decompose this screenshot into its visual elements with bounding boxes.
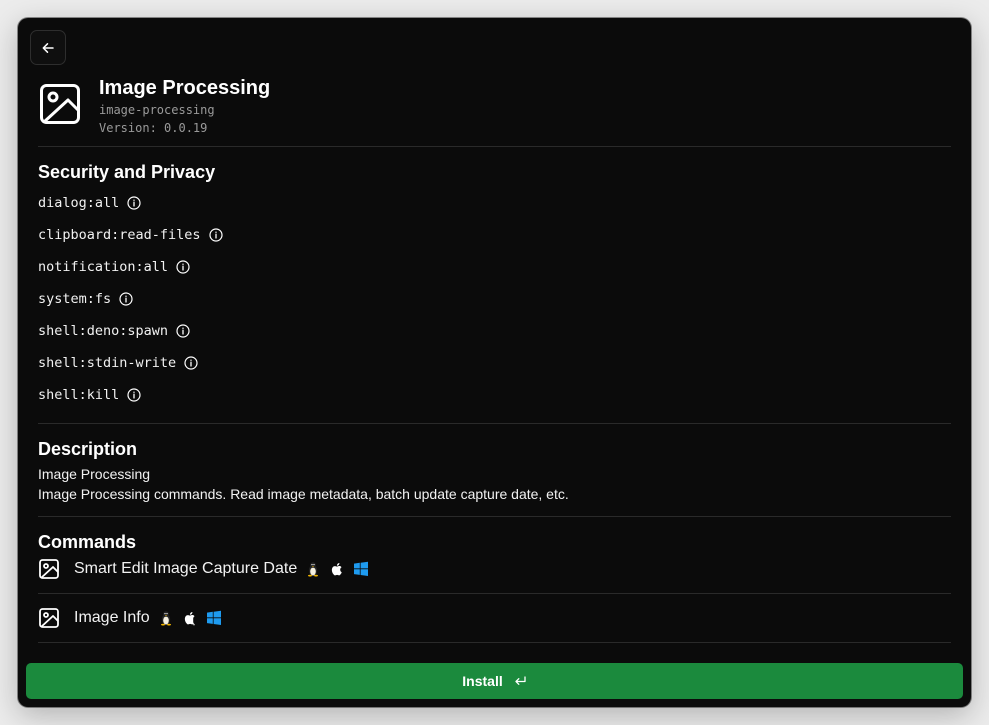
extension-title: Image Processing — [99, 77, 271, 99]
permission-item: system:fs — [38, 289, 133, 309]
command-item[interactable]: Smart Edit Image Capture Date — [38, 557, 369, 581]
image-icon — [39, 608, 59, 628]
divider — [38, 593, 951, 594]
permission-item: dialog:all — [38, 193, 141, 213]
command-item[interactable]: Image Info — [38, 606, 222, 630]
permission-item: shell:stdin-write — [38, 353, 198, 373]
permission-item: clipboard:read-files — [38, 225, 223, 245]
permission-label: shell:kill — [38, 387, 120, 403]
enter-key-icon — [515, 676, 526, 685]
divider — [38, 642, 951, 643]
info-icon[interactable] — [176, 260, 190, 274]
permission-item: shell:kill — [38, 385, 141, 405]
linux-icon — [160, 611, 171, 626]
linux-icon — [308, 562, 319, 577]
install-button[interactable]: Install — [26, 663, 963, 699]
permission-label: system:fs — [38, 291, 112, 307]
install-label: Install — [462, 673, 503, 689]
permission-label: shell:stdin-write — [38, 355, 177, 371]
extension-identifier: image-processing — [99, 103, 215, 117]
divider — [38, 516, 951, 517]
arrow-left-icon — [42, 42, 54, 53]
permission-label: notification:all — [38, 259, 169, 275]
commands-heading: Commands — [38, 532, 137, 552]
info-icon[interactable] — [127, 388, 141, 402]
permission-label: shell:deno:spawn — [38, 323, 169, 339]
image-icon — [40, 84, 80, 124]
description-heading: Description — [38, 439, 138, 459]
divider — [38, 423, 951, 424]
permission-label: clipboard:read-files — [38, 227, 201, 243]
command-label: Image Info — [74, 609, 150, 626]
extension-version: Version: 0.0.19 — [99, 121, 208, 135]
extension-header: Image Processing image-processing Versio… — [38, 76, 270, 137]
image-icon — [39, 559, 59, 579]
security-heading: Security and Privacy — [38, 162, 216, 182]
description-summary: Image Processing — [38, 466, 151, 482]
apple-icon — [184, 612, 195, 626]
windows-icon — [206, 610, 221, 625]
windows-icon — [354, 561, 369, 576]
description-body: Image Processing commands. Read image me… — [38, 486, 569, 502]
info-icon[interactable] — [127, 196, 141, 210]
info-icon[interactable] — [208, 228, 223, 242]
extension-detail-window: Image Processing image-processing Versio… — [18, 18, 971, 707]
permission-item: notification:all — [38, 257, 190, 277]
back-button[interactable] — [30, 30, 66, 65]
info-icon[interactable] — [119, 292, 133, 306]
permission-label: dialog:all — [38, 195, 120, 211]
info-icon[interactable] — [176, 324, 190, 338]
extension-header-text: Image Processing image-processing Versio… — [99, 76, 270, 137]
command-label: Smart Edit Image Capture Date — [74, 560, 298, 577]
info-icon[interactable] — [184, 356, 198, 370]
divider — [38, 146, 951, 147]
apple-icon — [332, 563, 342, 576]
permission-item: shell:deno:spawn — [38, 321, 190, 341]
